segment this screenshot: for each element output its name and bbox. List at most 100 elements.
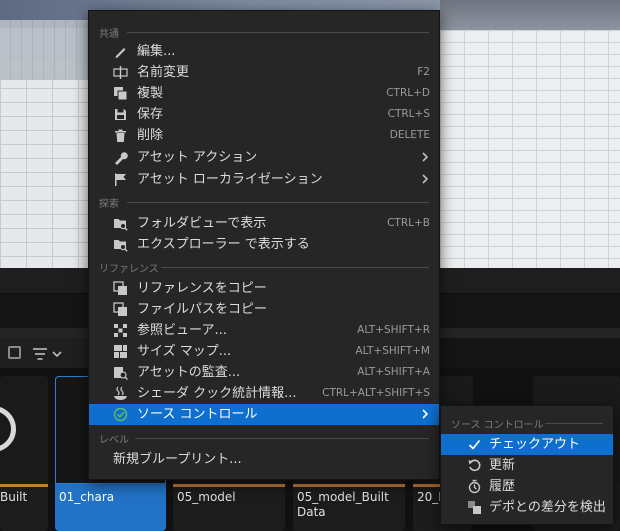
- copy-path-icon: [113, 302, 127, 316]
- menu-item-shortcut: CTRL+D: [386, 87, 430, 99]
- menu-item-size-map[interactable]: サイズ マップ... ALT+SHIFT+M: [89, 341, 439, 362]
- menu-item-reference-viewer[interactable]: 参照ビューア... ALT+SHIFT+R: [89, 320, 439, 341]
- menu-item-label: ファイルパスをコピー: [137, 302, 268, 317]
- shader-stats-icon: [114, 386, 127, 400]
- menu-item-label: シェーダ クック統計情報...: [137, 386, 297, 401]
- explorer-icon: [114, 240, 128, 252]
- chevron-right-icon: [422, 174, 429, 184]
- menu-item-delete[interactable]: 削除 DELETE: [89, 125, 439, 146]
- folder-search-icon: [114, 219, 128, 231]
- menu-item-label: サイズ マップ...: [137, 344, 232, 359]
- menu-item-shortcut: ALT+SHIFT+M: [355, 345, 430, 357]
- menu-item-shortcut: CTRL+B: [387, 217, 430, 229]
- viewport-floor-right: [440, 30, 620, 268]
- asset-name: Built: [0, 490, 28, 504]
- history-icon: [468, 479, 481, 494]
- menu-item-label: 新規ブループリント...: [113, 452, 242, 467]
- section-explore: 探索: [99, 195, 429, 210]
- submenu-item-history[interactable]: 履歴: [441, 476, 613, 497]
- menu-item-edit[interactable]: 編集...: [89, 41, 439, 62]
- pencil-icon: [115, 48, 126, 58]
- asset-name: 05_model: [177, 490, 236, 504]
- content-browser-toolbar: [0, 338, 90, 368]
- size-map-icon: [114, 345, 127, 358]
- checkmark-icon: [468, 439, 481, 450]
- section-label: リファレンス: [99, 264, 159, 275]
- menu-item-shortcut: DELETE: [389, 129, 430, 141]
- section-divider: [127, 32, 429, 33]
- submenu-item-check-out[interactable]: チェックアウト: [441, 434, 613, 455]
- viewport-wall: [0, 20, 90, 80]
- menu-item-save[interactable]: 保存 CTRL+S: [89, 104, 439, 125]
- diff-icon: [468, 501, 481, 514]
- menu-item-copy-file-path[interactable]: ファイルパスをコピー: [89, 299, 439, 320]
- section-level: レベル: [99, 431, 429, 446]
- menu-item-rename[interactable]: 名前変更 F2: [89, 62, 439, 83]
- menu-item-label: リファレンスをコピー: [137, 281, 267, 296]
- submenu-item-label: デポとの差分を検出: [489, 500, 606, 515]
- section-label: レベル: [99, 435, 129, 446]
- menu-item-label: 参照ビューア...: [137, 323, 227, 338]
- rename-icon: [113, 66, 128, 79]
- menu-item-label: フォルダビューで表示: [137, 216, 267, 231]
- section-divider: [161, 267, 429, 268]
- menu-item-label: 編集...: [137, 44, 176, 59]
- section-divider: [545, 423, 603, 424]
- section-label: 共通: [99, 29, 119, 40]
- copy-reference-icon: [113, 281, 127, 295]
- audit-icon: [114, 367, 128, 380]
- level-asset-icon: [0, 406, 16, 452]
- wrench-icon: [115, 152, 128, 165]
- menu-item-source-control[interactable]: ソース コントロール: [89, 404, 439, 425]
- menu-item-asset-audit[interactable]: アセットの監査... ALT+SHIFT+A: [89, 362, 439, 383]
- asset-name: 05_model_Built Data: [297, 490, 389, 519]
- flag-icon: [115, 173, 126, 186]
- asset-type-bar: [293, 484, 405, 487]
- menu-item-label: アセット ローカライゼーション: [137, 172, 323, 187]
- submenu-item-refresh[interactable]: 更新: [441, 455, 613, 476]
- section-label: ソース コントロール: [451, 420, 544, 431]
- filter-icon[interactable]: [32, 346, 64, 362]
- asset-thumbnail: [0, 376, 48, 484]
- menu-item-shortcut: F2: [417, 66, 430, 78]
- menu-item-label: 名前変更: [137, 65, 190, 80]
- menu-item-copy-reference[interactable]: リファレンスをコピー: [89, 278, 439, 299]
- save-all-icon[interactable]: [8, 346, 21, 359]
- menu-item-label: 保存: [137, 107, 164, 122]
- chevron-right-icon: [422, 152, 429, 162]
- section-label: 探索: [99, 199, 119, 210]
- submenu-section: ソース コントロール: [451, 416, 603, 431]
- refresh-icon: [468, 459, 481, 472]
- menu-item-label: アセット アクション: [137, 150, 258, 165]
- submenu-item-label: 更新: [489, 458, 516, 473]
- menu-item-shortcut: ALT+SHIFT+A: [357, 366, 430, 378]
- asset-context-menu: 共通 編集... 名前変更 F2 複製 CTRL+D 保存 CTRL+S 削除 …: [88, 10, 440, 480]
- menu-item-show-in-explorer[interactable]: エクスプローラー で表示する: [89, 234, 439, 255]
- trash-icon: [115, 129, 126, 142]
- menu-item-shader-cook-stats[interactable]: シェーダ クック統計情報... CTRL+ALT+SHIFT+S: [89, 383, 439, 404]
- asset-name: 01_chara: [59, 490, 115, 504]
- source-control-submenu: ソース コントロール チェックアウト 更新 履歴 デポとの差分を検出: [440, 405, 614, 525]
- menu-item-shortcut: CTRL+S: [387, 108, 430, 120]
- menu-item-asset-localization[interactable]: アセット ローカライゼーション: [89, 169, 439, 190]
- menu-item-duplicate[interactable]: 複製 CTRL+D: [89, 83, 439, 104]
- save-icon: [115, 109, 126, 120]
- asset-type-bar: [0, 484, 48, 487]
- menu-item-label: 複製: [137, 86, 164, 101]
- section-common: 共通: [99, 25, 429, 40]
- asset-type-bar: [173, 484, 285, 487]
- asset-tile[interactable]: Built: [0, 376, 48, 531]
- menu-item-new-blueprint[interactable]: 新規ブループリント...: [89, 449, 439, 470]
- menu-item-show-in-folder-view[interactable]: フォルダビューで表示 CTRL+B: [89, 213, 439, 234]
- section-references: リファレンス: [99, 260, 429, 275]
- section-divider: [127, 202, 429, 203]
- section-divider: [135, 438, 429, 439]
- menu-item-shortcut: ALT+SHIFT+R: [357, 324, 430, 336]
- submenu-item-diff-against-depot[interactable]: デポとの差分を検出: [441, 497, 613, 518]
- reference-viewer-icon: [114, 324, 127, 337]
- menu-item-label: アセットの監査...: [137, 365, 241, 380]
- menu-item-shortcut: CTRL+ALT+SHIFT+S: [322, 387, 430, 399]
- menu-item-label: 削除: [137, 128, 164, 143]
- submenu-item-label: チェックアウト: [489, 437, 581, 452]
- menu-item-asset-actions[interactable]: アセット アクション: [89, 147, 439, 168]
